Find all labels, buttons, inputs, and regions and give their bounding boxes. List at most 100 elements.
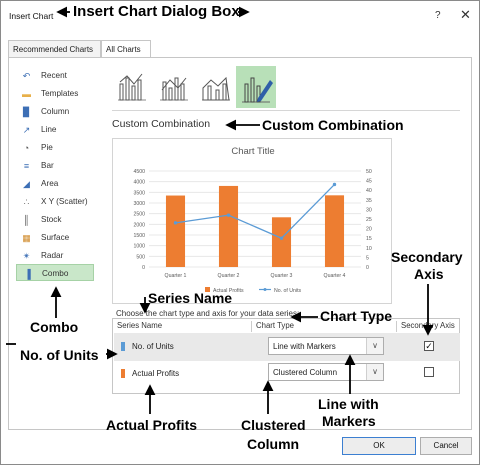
ok-button[interactable]: OK: [342, 437, 416, 455]
annotation-line-with-markers-line2: Markers: [322, 413, 376, 429]
annotation-chart-type: Chart Type: [320, 308, 393, 324]
radar-chart-icon: ✴: [22, 251, 31, 261]
series-grid: Series Name Chart Type Secondary Axis No…: [112, 318, 460, 394]
sidebar-item-label: Stock: [41, 215, 62, 224]
stock-chart-icon: ║: [23, 215, 30, 225]
tab-recommended-charts[interactable]: Recommended Charts: [8, 40, 101, 58]
x-tick-label: Quarter 4: [324, 273, 346, 279]
sidebar-item-radar[interactable]: ✴ Radar: [16, 247, 94, 264]
sidebar-item-label: Surface: [41, 233, 70, 242]
sidebar-item-label: X Y (Scatter): [41, 197, 88, 206]
line-marker: [173, 221, 178, 225]
bar-actual-profits: [165, 195, 186, 267]
annotation-custom-combination: Custom Combination: [262, 117, 404, 133]
dropdown-value: Line with Markers: [273, 342, 336, 351]
y2-tick-label: 35: [366, 198, 372, 204]
templates-icon: ▬: [22, 89, 31, 99]
y-tick-label: 2000: [133, 222, 145, 228]
annotation-clustered-column-line1: Clustered: [241, 417, 306, 433]
sidebar-item-label: Line: [41, 125, 57, 134]
series-color-swatch: [121, 369, 125, 378]
annotation-clustered-column-line2: Column: [247, 436, 300, 452]
y-tick-label: 3500: [133, 190, 145, 196]
column-chart-icon: ▉: [23, 107, 30, 117]
annotation-combo: Combo: [30, 319, 79, 335]
y2-tick-label: 5: [366, 255, 369, 261]
chevron-down-icon[interactable]: ∨: [366, 364, 383, 380]
y2-tick-label: 10: [366, 246, 372, 252]
sidebar-item-label: Column: [41, 107, 70, 116]
clustered-column-line-icon[interactable]: [112, 66, 152, 108]
y-tick-label: 500: [136, 254, 145, 260]
y2-tick-label: 50: [366, 169, 372, 175]
chart-svg: Chart Title05001000150020002500300035004…: [133, 146, 372, 294]
stacked-area-column-icon[interactable]: [196, 66, 236, 108]
y-tick-label: 1500: [133, 233, 145, 239]
sidebar-item-label: Pie: [41, 143, 53, 152]
help-button[interactable]: ?: [435, 10, 441, 21]
custom-combination-title: Custom Combination: [112, 118, 211, 130]
y2-tick-label: 40: [366, 188, 372, 194]
y-tick-label: 4500: [133, 169, 145, 175]
sidebar-item-combo[interactable]: ▐ Combo: [16, 264, 94, 281]
secondary-axis-checkbox-no-of-units[interactable]: ✓: [424, 341, 434, 351]
chart-title: Chart Title: [231, 146, 274, 157]
legend-label-line: No. of Units: [274, 288, 302, 294]
recent-icon: ↶: [22, 71, 31, 81]
y-tick-label: 1000: [133, 244, 145, 250]
bar-actual-profits: [324, 195, 345, 267]
chart-type-dropdown-no-of-units[interactable]: Line with Markers ∨: [268, 337, 384, 355]
sidebar-item-area[interactable]: ◢ Area: [16, 175, 94, 192]
y2-tick-label: 15: [366, 236, 372, 242]
bar-actual-profits: [271, 217, 292, 267]
header-divider: [396, 321, 397, 332]
x-tick-label: Quarter 1: [165, 273, 187, 279]
line-marker: [279, 236, 284, 240]
line-marker: [226, 213, 231, 217]
sidebar-item-column[interactable]: ▉ Column: [16, 103, 94, 120]
header-series-name: Series Name: [117, 321, 163, 330]
y-tick-label: 4000: [133, 180, 145, 186]
area-chart-icon: ◢: [23, 179, 30, 189]
annotation-line-with-markers-line1: Line with: [318, 396, 379, 412]
clustered-column-line-secondary-icon[interactable]: [154, 66, 194, 108]
sidebar-item-xy-scatter[interactable]: ∴ X Y (Scatter): [16, 193, 94, 210]
series-name-no-of-units: No. of Units: [132, 342, 174, 351]
annotation-no-of-units: No. of Units: [20, 347, 99, 363]
sidebar-item-label: Combo: [42, 269, 69, 278]
line-marker: [332, 182, 337, 187]
x-tick-label: Quarter 3: [271, 273, 293, 279]
legend-marker-line: [263, 288, 267, 291]
secondary-axis-checkbox-actual-profits[interactable]: [424, 367, 434, 377]
annotation-secondary-axis-line1: Secondary: [391, 249, 463, 265]
close-icon[interactable]: ✕: [460, 8, 471, 21]
y2-tick-label: 45: [366, 179, 372, 185]
sidebar-item-stock[interactable]: ║ Stock: [16, 211, 94, 228]
surface-chart-icon: ▦: [22, 233, 31, 243]
dropdown-value: Clustered Column: [273, 368, 338, 377]
series-color-swatch: [121, 342, 125, 351]
sidebar-item-recent[interactable]: ↶ Recent: [16, 67, 94, 84]
sidebar-item-line[interactable]: ↗ Line: [16, 121, 94, 138]
y-tick-label: 3000: [133, 201, 145, 207]
sidebar-item-bar[interactable]: ≡ Bar: [16, 157, 94, 174]
custom-combination-icon[interactable]: [236, 66, 276, 108]
section-divider: [112, 110, 460, 111]
sidebar-item-surface[interactable]: ▦ Surface: [16, 229, 94, 246]
series-prompt: Choose the chart type and axis for your …: [116, 309, 300, 318]
sidebar-item-label: Recent: [41, 71, 67, 80]
y2-tick-label: 0: [366, 265, 369, 271]
sidebar-item-templates[interactable]: ▬ Templates: [16, 85, 94, 102]
x-tick-label: Quarter 2: [218, 273, 240, 279]
annotation-secondary-axis-line2: Axis: [414, 266, 444, 282]
chart-type-dropdown-actual-profits[interactable]: Clustered Column ∨: [268, 363, 384, 381]
sidebar-item-pie[interactable]: ◔ Pie: [16, 139, 94, 156]
line-chart-icon: ↗: [22, 125, 31, 135]
bar-chart-icon: ≡: [23, 161, 30, 171]
y2-tick-label: 25: [366, 217, 372, 223]
chevron-down-icon[interactable]: ∨: [366, 338, 383, 354]
cancel-button[interactable]: Cancel: [420, 437, 472, 455]
sidebar-item-label: Area: [41, 179, 59, 188]
y-tick-label: 0: [142, 265, 145, 271]
y-tick-label: 2500: [133, 212, 145, 218]
